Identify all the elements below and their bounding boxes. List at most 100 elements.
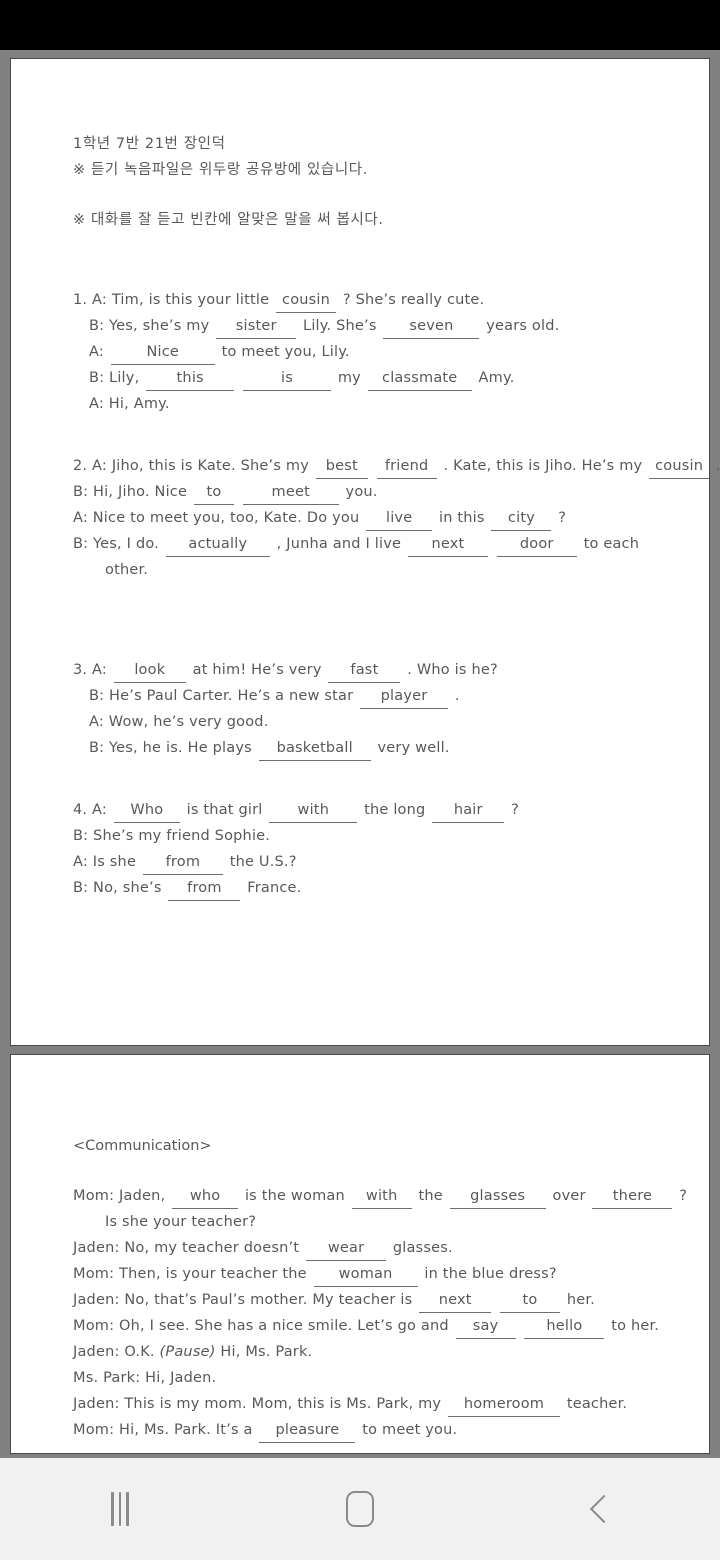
document-viewer[interactable]: 1학년 7반 21번 장인덕 ※ 듣기 녹음파일은 위두랑 공유방에 있습니다.… <box>0 50 720 1458</box>
dialogue-text: the <box>418 1188 443 1204</box>
dialogue-text: O.K. <box>124 1344 155 1360</box>
dialogue-text: Tim, is this your little <box>111 292 270 308</box>
answer-blank: wear <box>306 1237 387 1261</box>
page1-header: 1학년 7반 21번 장인덕 ※ 듣기 녹음파일은 위두랑 공유방에 있습니다.… <box>73 131 691 233</box>
communication-line: Ms. Park: Hi, Jaden. <box>73 1365 691 1391</box>
dialogue-text: This is my mom. Mom, this is Ms. Park, m… <box>124 1396 442 1412</box>
dialogue-line: A: Is she from the U.S.? <box>73 849 691 875</box>
speaker-label: A: <box>89 714 109 730</box>
communication-line: Jaden: This is my mom. Mom, this is Ms. … <box>73 1391 691 1417</box>
answer-blank: basketball <box>258 737 371 761</box>
dialogue-line: B: He’s Paul Carter. He’s a new star pla… <box>73 683 691 709</box>
dialogue-text: No, she’s <box>93 880 162 896</box>
dialogue-text: is that girl <box>186 802 263 818</box>
answer-blank: look <box>113 659 186 683</box>
communication-line: Jaden: No, my teacher doesn’t wear glass… <box>73 1235 691 1261</box>
dialogue-line: 3. A: look at him! He’s very fast . Who … <box>73 657 691 683</box>
recents-icon <box>111 1492 129 1526</box>
android-navigation-bar <box>0 1458 720 1560</box>
dialogue-text: very well. <box>377 740 450 756</box>
dialogue-text: teacher. <box>566 1396 628 1412</box>
answer-blank: glasses <box>449 1185 546 1209</box>
speaker-label: A: <box>92 458 112 474</box>
dialogue-text: other. <box>105 562 149 578</box>
answer-blank: cousin <box>276 289 337 313</box>
dialogue-text: He’s Paul Carter. He’s a new star <box>109 688 354 704</box>
speaker-label: B: <box>89 370 110 386</box>
dialogue-text: Wow, he’s very good. <box>108 714 269 730</box>
answer-blank: from <box>142 851 223 875</box>
answer-blank: cousin <box>649 455 710 479</box>
dialogue-text: No, my teacher doesn’t <box>124 1240 300 1256</box>
communication-dialogue: Mom: Jaden, who is the woman with the gl… <box>73 1183 691 1443</box>
answer-blank: with <box>351 1185 412 1209</box>
recents-button[interactable] <box>60 1458 180 1560</box>
dialogue-text: Amy. <box>478 370 515 386</box>
answer-blank: next <box>419 1289 492 1313</box>
dialogue-line: 1. A: Tim, is this your little cousin ? … <box>73 287 691 313</box>
dialogue-line: 2. A: Jiho, this is Kate. She’s my best … <box>73 453 720 479</box>
answer-blank: hello <box>524 1315 605 1339</box>
dialogue-text: ? <box>558 510 567 526</box>
speaker-label: Mom: <box>73 1266 120 1282</box>
communication-line: Mom: Hi, Ms. Park. It’s a pleasure to me… <box>73 1417 691 1443</box>
speaker-label: B: <box>73 828 94 844</box>
communication-heading: <Communication> <box>73 1138 212 1154</box>
answer-blank: classmate <box>367 367 472 391</box>
communication-line: Jaden: O.K. (Pause) Hi, Ms. Park. <box>73 1339 691 1365</box>
exercise-item: 2. A: Jiho, this is Kate. She’s my best … <box>73 453 720 583</box>
dialogue-text: Nice to meet you, too, Kate. Do you <box>92 510 360 526</box>
dialogue-line: B: Hi, Jiho. Nice to meet you. <box>73 479 691 505</box>
dialogue-text: ? <box>679 1188 688 1204</box>
dialogue-text: Hi, Ms. Park. <box>220 1344 313 1360</box>
answer-blank: this <box>146 367 235 391</box>
dialogue-line: A: Nice to meet you, Lily. <box>73 339 691 365</box>
answer-blank: seven <box>383 315 480 339</box>
dialogue-line: B: No, she’s from France. <box>73 875 691 901</box>
dialogue-text: Lily, <box>109 370 140 386</box>
answer-blank: who <box>172 1185 239 1209</box>
dialogue-text: Oh, I see. She has a nice smile. Let’s g… <box>119 1318 449 1334</box>
communication-line: Jaden: No, that’s Paul’s mother. My teac… <box>73 1287 691 1313</box>
dialogue-text: . Who is he? <box>407 662 498 678</box>
answer-blank: Who <box>113 799 180 823</box>
speaker-label: A: <box>73 510 93 526</box>
dialogue-text: the long <box>364 802 426 818</box>
answer-blank: is <box>243 367 331 391</box>
back-button[interactable] <box>540 1458 660 1560</box>
dialogue-text: to her. <box>611 1318 660 1334</box>
home-button[interactable] <box>300 1458 420 1560</box>
speaker-label: Jaden: <box>73 1292 125 1308</box>
speaker-label: A: <box>89 344 109 360</box>
dialogue-line: A: Hi, Amy. <box>73 391 691 417</box>
answer-blank: friend <box>376 455 437 479</box>
dialogue-line: B: Lily, this is my classmate Amy. <box>73 365 691 391</box>
dialogue-text: Yes, she’s my <box>109 318 210 334</box>
dialogue-text: Hi, Ms. Park. It’s a <box>119 1422 253 1438</box>
dialogue-text: She’s my friend Sophie. <box>93 828 271 844</box>
communication-line: Mom: Then, is your teacher the woman in … <box>73 1261 691 1287</box>
document-page-1: 1학년 7반 21번 장인덕 ※ 듣기 녹음파일은 위두랑 공유방에 있습니다.… <box>10 58 720 1046</box>
answer-blank: live <box>366 507 433 531</box>
answer-blank: Nice <box>110 341 215 365</box>
dialogue-line: 4. A: Who is that girl with the long hai… <box>73 797 691 823</box>
dialogue-text: is the woman <box>244 1188 345 1204</box>
speaker-label: B: <box>89 688 110 704</box>
communication-line: Is she your teacher? <box>73 1209 691 1235</box>
speaker-label: B: <box>73 880 94 896</box>
exercise-item: 3. A: look at him! He’s very fast . Who … <box>73 657 691 761</box>
dialogue-line: B: Yes, she’s my sister Lily. She’s seve… <box>73 313 691 339</box>
dialogue-text: . <box>716 458 720 474</box>
answer-blank: from <box>168 877 241 901</box>
audio-note-line: ※ 듣기 녹음파일은 위두랑 공유방에 있습니다. <box>73 162 368 178</box>
answer-blank: actually <box>165 533 270 557</box>
dialogue-line: B: Yes, he is. He plays basketball very … <box>73 735 691 761</box>
dialogue-text: over <box>552 1188 586 1204</box>
dialogue-text: you. <box>345 484 378 500</box>
